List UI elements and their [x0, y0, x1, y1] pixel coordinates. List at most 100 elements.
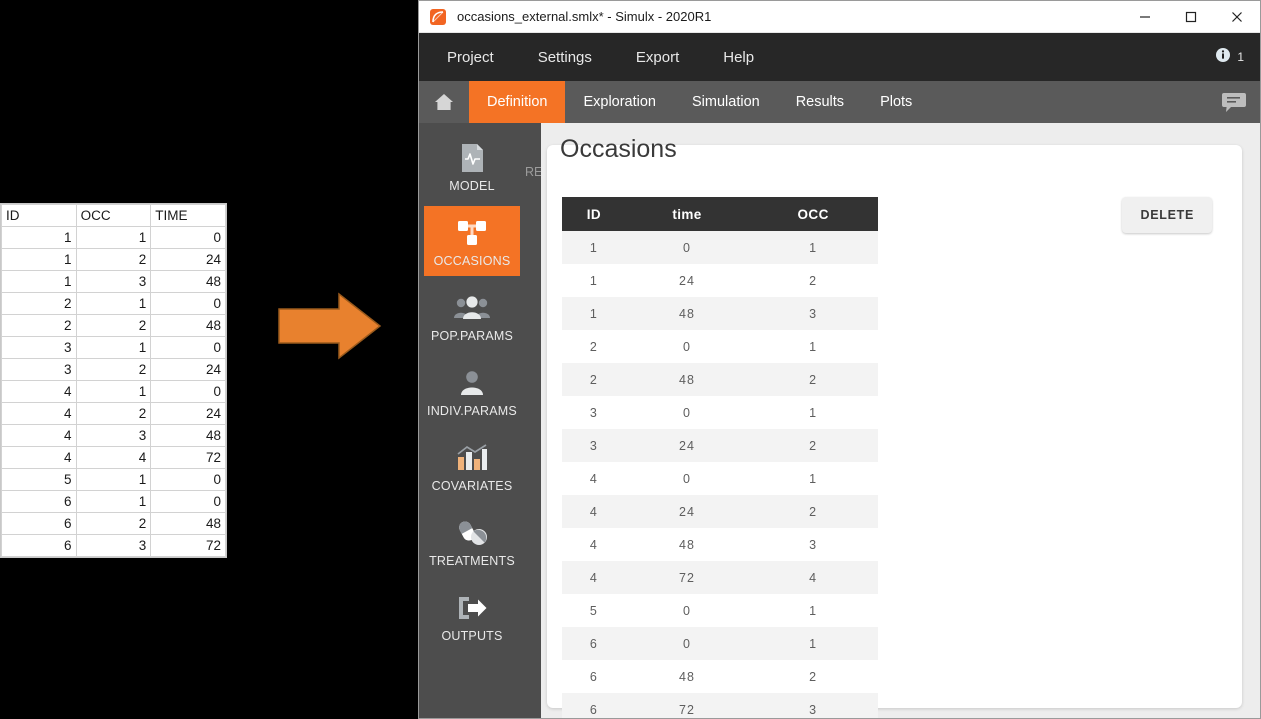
table-cell: 4 — [2, 447, 77, 469]
tab-plots[interactable]: Plots — [862, 81, 930, 123]
table-row[interactable]: 2482 — [562, 363, 878, 396]
table-cell: 1 — [562, 264, 626, 297]
menu-item-help[interactable]: Help — [723, 49, 754, 66]
table-cell: 1 — [76, 227, 151, 249]
info-notification[interactable]: 1 — [1215, 47, 1244, 68]
people-group-icon — [424, 291, 520, 325]
table-row[interactable]: 1483 — [562, 297, 878, 330]
spreadsheet-header-row: ID OCC TIME — [2, 205, 226, 227]
table-cell: 2 — [76, 403, 151, 425]
table-row[interactable]: 601 — [562, 627, 878, 660]
table-cell: 0 — [626, 396, 749, 429]
menu-item-export[interactable]: Export — [636, 49, 679, 66]
sidebar-item-label: OUTPUTS — [424, 629, 520, 643]
table-cell: 0 — [626, 231, 749, 264]
table-row: 610 — [2, 491, 226, 513]
table-cell: 1 — [748, 396, 878, 429]
menu-item-settings[interactable]: Settings — [538, 49, 592, 66]
table-cell: 3 — [2, 359, 77, 381]
table-cell: 2 — [748, 429, 878, 462]
table-cell: 3 — [748, 297, 878, 330]
table-cell: 1 — [76, 381, 151, 403]
table-cell: 0 — [151, 491, 226, 513]
sidebar-item-treatments[interactable]: TREATMENTS — [424, 506, 520, 576]
table-row[interactable]: 6723 — [562, 693, 878, 719]
spreadsheet-table: ID OCC TIME 1101224134821022483103224410… — [1, 204, 226, 557]
tab-results[interactable]: Results — [778, 81, 862, 123]
table-row[interactable]: 4242 — [562, 495, 878, 528]
table-cell: 6 — [2, 491, 77, 513]
table-cell: 1 — [562, 231, 626, 264]
content-card: DELETE ID time OCC 101124214832012482301… — [547, 145, 1242, 708]
table-row[interactable]: 3242 — [562, 429, 878, 462]
table-cell: 0 — [626, 330, 749, 363]
menu-item-project[interactable]: Project — [447, 49, 494, 66]
table-cell: 72 — [151, 535, 226, 557]
maximize-icon[interactable] — [1168, 1, 1214, 32]
table-row[interactable]: 1242 — [562, 264, 878, 297]
table-row[interactable]: 4724 — [562, 561, 878, 594]
sidebar-item-regressors-clipped[interactable]: REGRESSORS — [525, 165, 541, 179]
home-icon[interactable] — [419, 81, 469, 123]
window-body: MODEL OCCASIONS — [419, 123, 1260, 719]
table-cell: 1 — [748, 462, 878, 495]
table-row[interactable]: 401 — [562, 462, 878, 495]
table-cell: 48 — [626, 297, 749, 330]
table-row[interactable]: 501 — [562, 594, 878, 627]
info-icon[interactable] — [1215, 47, 1231, 68]
table-row: 2248 — [2, 315, 226, 337]
info-count-badge: 1 — [1237, 50, 1244, 64]
occasions-col-occ: OCC — [748, 197, 878, 231]
sidebar-item-indiv-params[interactable]: INDIV.PARAMS — [424, 356, 520, 426]
table-row: 4224 — [2, 403, 226, 425]
spreadsheet-col-time: TIME — [151, 205, 226, 227]
table-cell: 0 — [151, 293, 226, 315]
table-cell: 4 — [2, 425, 77, 447]
table-cell: 48 — [151, 425, 226, 447]
table-cell: 72 — [626, 561, 749, 594]
table-cell: 2 — [2, 293, 77, 315]
person-icon — [424, 366, 520, 400]
table-cell: 1 — [748, 594, 878, 627]
source-data-spreadsheet: ID OCC TIME 1101224134821022483103224410… — [0, 203, 227, 558]
table-cell: 24 — [151, 249, 226, 271]
table-row: 4348 — [2, 425, 226, 447]
table-cell: 0 — [626, 594, 749, 627]
table-row[interactable]: 6482 — [562, 660, 878, 693]
sidebar-item-pop-params[interactable]: POP.PARAMS — [424, 281, 520, 351]
minimize-icon[interactable] — [1122, 1, 1168, 32]
sidebar-item-occasions[interactable]: OCCASIONS — [424, 206, 520, 276]
menubar: Project Settings Export Help 1 — [419, 33, 1260, 81]
page-title: Occasions — [560, 135, 677, 164]
delete-button[interactable]: DELETE — [1122, 197, 1212, 233]
sidebar-item-label: OCCASIONS — [424, 254, 520, 268]
table-cell: 3 — [562, 429, 626, 462]
tab-exploration[interactable]: Exploration — [565, 81, 674, 123]
table-cell: 3 — [748, 528, 878, 561]
table-row[interactable]: 201 — [562, 330, 878, 363]
window-titlebar: occasions_external.smlx* - Simulx - 2020… — [419, 1, 1260, 33]
table-row: 110 — [2, 227, 226, 249]
sidebar-item-outputs[interactable]: OUTPUTS — [424, 581, 520, 651]
table-cell: 4 — [562, 528, 626, 561]
sidebar-item-covariates[interactable]: COVARIATES — [424, 431, 520, 501]
screenshot-root: ID OCC TIME 1101224134821022483103224410… — [0, 0, 1261, 719]
occasions-col-time: time — [626, 197, 749, 231]
chat-bubble-icon[interactable] — [1208, 81, 1260, 123]
table-cell: 5 — [562, 594, 626, 627]
tab-simulation[interactable]: Simulation — [674, 81, 778, 123]
sidebar-item-model[interactable]: MODEL — [424, 131, 520, 201]
table-row[interactable]: 101 — [562, 231, 878, 264]
window-title: occasions_external.smlx* - Simulx - 2020… — [457, 9, 711, 24]
table-cell: 6 — [2, 535, 77, 557]
table-cell: 1 — [562, 297, 626, 330]
table-cell: 3 — [748, 693, 878, 719]
table-cell: 3 — [562, 396, 626, 429]
table-row[interactable]: 4483 — [562, 528, 878, 561]
table-cell: 2 — [748, 660, 878, 693]
table-row[interactable]: 301 — [562, 396, 878, 429]
tab-definition[interactable]: Definition — [469, 81, 565, 123]
close-icon[interactable] — [1214, 1, 1260, 32]
table-cell: 0 — [151, 337, 226, 359]
table-cell: 24 — [626, 429, 749, 462]
